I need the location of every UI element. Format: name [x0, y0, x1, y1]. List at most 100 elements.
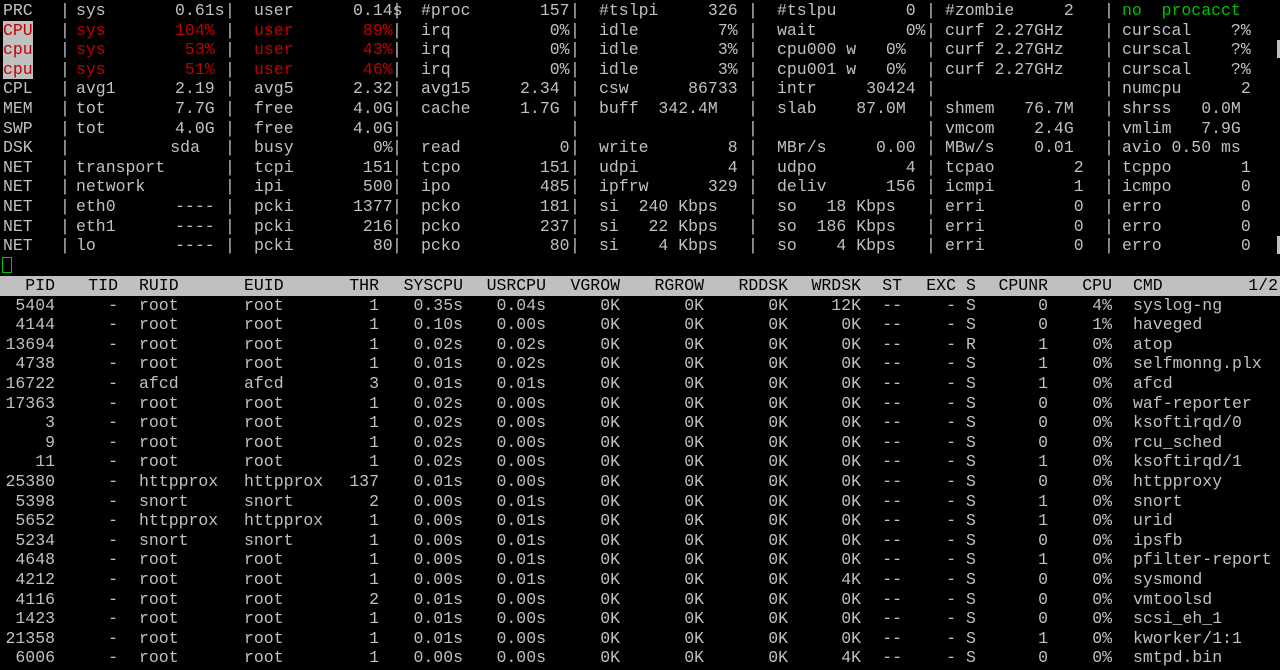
summary-label: cpu — [3, 40, 33, 60]
cell-cpu: 0% — [1092, 432, 1112, 452]
cell-cmd: haveged — [1133, 315, 1203, 335]
page-indicator: 1/2 — [1248, 276, 1278, 295]
summary-field-b: ipi 500 — [254, 177, 393, 197]
summary-field-tslpi: #tslpi 326 — [599, 1, 738, 20]
table-row[interactable]: 13694- root root 1 0.02s 0.02s 0K 0K 0K 0K -- - R 1 0%… — [0, 335, 1280, 355]
cell-tid: - — [108, 452, 118, 472]
column-separator: | — [1104, 118, 1114, 138]
summary-field-vmcom: vmcom 2.4G — [945, 118, 1074, 138]
table-row[interactable]: 21358- root root 1 0.01s 0.00s 0K 0K 0K 0K -- - S 1 0%… — [0, 629, 1280, 649]
column-separator: | — [225, 138, 235, 158]
summary-field-f: erri 0 — [945, 216, 1084, 236]
summary-field-e: deliv 156 — [777, 177, 916, 197]
cell-tid: - — [108, 530, 118, 550]
column-separator: | — [392, 118, 402, 138]
column-separator: | — [748, 40, 758, 60]
column-separator: | — [1104, 1, 1114, 20]
cell-tid: - — [108, 589, 118, 609]
column-header-ruid[interactable]: RUID — [139, 276, 179, 296]
table-row[interactable]: 4212- root root 1 0.00s 0.01s 0K 0K 0K 4K -- - S 0 0% s… — [0, 570, 1280, 590]
cell-cpu: 0% — [1092, 374, 1112, 393]
column-separator: | — [60, 99, 70, 118]
column-separator: | — [1104, 216, 1114, 236]
summary-field-user: user 89% — [254, 20, 393, 40]
cell-cmd: waf-reporter — [1133, 393, 1252, 413]
cell-ruid: root — [139, 315, 179, 335]
summary-field-g: erro 0 — [1122, 197, 1251, 216]
column-separator: | — [225, 236, 235, 256]
table-row[interactable]: 11- root root 1 0.02s 0.00s 0K 0K 0K 0K -- - S 1 0% kso… — [0, 452, 1280, 472]
cell-cpu: 4% — [1092, 295, 1112, 315]
summary-field-avg1: avg1 2.19 — [76, 79, 215, 99]
column-separator: | — [1104, 236, 1114, 256]
cell-cmd: httpproxy — [1133, 472, 1223, 491]
cell-cmd: afcd — [1133, 374, 1173, 393]
table-row[interactable]: 5652- httpprox httpprox 1 0.00s 0.01s 0K 0K 0K 0K… — [0, 511, 1280, 531]
column-separator: | — [570, 40, 580, 60]
summary-field-curf: curf 2.27GHz — [945, 40, 1064, 60]
table-row[interactable]: 3- root root 1 0.02s 0.00s 0K 0K 0K 0K -- - S 0 0% ksof… — [0, 413, 1280, 433]
table-row[interactable]: 25380- httpprox httpprox 137 0.01s 0.00s 0K 0K 0… — [0, 472, 1280, 492]
summary-label: NET — [3, 236, 33, 256]
net-transport-line: NET | | | | | | | transport tcpi 151 tcpo 151 udpi … — [0, 158, 1280, 178]
column-separator: | — [60, 138, 70, 158]
summary-field-irq: irq 0% — [421, 40, 570, 60]
column-separator: | — [748, 138, 758, 158]
table-row[interactable]: 4116- root root 2 0.01s 0.00s 0K 0K 0K 0K -- - S 0 0% v… — [0, 590, 1280, 610]
summary-field-mbr: MBr/s 0.00 — [777, 138, 916, 158]
cpu0-line: cpu | | | | | | | sys 53% user 43% irq 0% idle 3% cp… — [0, 40, 1280, 60]
cell-ruid: root — [139, 334, 179, 354]
column-separator: | — [1104, 59, 1114, 79]
column-separator: | — [926, 59, 936, 79]
table-row[interactable]: 5398- snort snort 2 0.00s 0.01s 0K 0K 0K 0K -- - S 1 0… — [0, 492, 1280, 512]
cell-ruid: root — [139, 570, 179, 589]
column-separator: | — [748, 177, 758, 197]
table-row[interactable]: 5404- root root 1 0.35s 0.04s 0K 0K 0K 12K -- - S 0 4%… — [0, 296, 1280, 316]
cell-cpu: 0% — [1092, 589, 1112, 609]
summary-field-d: ipfrw 329 — [599, 177, 738, 197]
table-row[interactable]: 17363- root root 1 0.02s 0.00s 0K 0K 0K 0K -- - S 0 0%… — [0, 394, 1280, 414]
column-header-cpu[interactable]: CPU — [952, 276, 1112, 296]
column-separator: | — [60, 216, 70, 236]
cell-cpu: 0% — [1092, 550, 1112, 570]
cell-ruid: httpprox — [139, 511, 219, 531]
table-row[interactable]: 4738- root root 1 0.01s 0.02s 0K 0K 0K 0K -- - S 1 0% s… — [0, 354, 1280, 374]
table-row[interactable]: 4144- root root 1 0.10s 0.00s 0K 0K 0K 0K -- - S 0 1% h… — [0, 315, 1280, 335]
summary-field-idle: idle 3% — [599, 40, 738, 60]
cell-ruid: snort — [139, 530, 189, 550]
cell-tid: - — [108, 511, 118, 531]
mem-line: MEM | | | | | | | tot 7.7G free 4.0G cache 1.7G buf… — [0, 99, 1280, 119]
column-separator: | — [570, 59, 580, 79]
cell-ruid: root — [139, 628, 179, 648]
column-separator: | — [225, 197, 235, 216]
summary-label: NET — [3, 177, 33, 197]
summary-field-curscal: curscal ?% — [1122, 59, 1251, 79]
summary-field-d: si 4 Kbps — [599, 236, 718, 256]
table-row[interactable]: 1423- root root 1 0.01s 0.00s 0K 0K 0K 0K -- - S 0 0% s… — [0, 609, 1280, 629]
cell-cmd: kworker/1:1 — [1133, 628, 1242, 648]
column-separator: | — [225, 118, 235, 138]
cell-ruid: root — [139, 354, 179, 374]
summary-label: CPU — [3, 20, 33, 41]
table-row[interactable]: 5234- snort snort 1 0.00s 0.01s 0K 0K 0K 0K -- - S 0 0… — [0, 531, 1280, 551]
summary-field-read: read 0 — [421, 138, 570, 158]
table-row[interactable]: 4648- root root 1 0.00s 0.01s 0K 0K 0K 0K -- - S 1 0% p… — [0, 550, 1280, 570]
cell-ruid: root — [139, 609, 179, 629]
column-separator: | — [570, 20, 580, 40]
summary-field-a: lo ---- — [76, 236, 215, 256]
table-row[interactable]: 6006- root root 1 0.00s 0.00s 0K 0K 0K 4K -- - S 0 0% s… — [0, 648, 1280, 668]
summary-field-tot: tot 7.7G — [76, 99, 215, 118]
column-separator: | — [926, 177, 936, 197]
column-separator: | — [570, 197, 580, 216]
column-header-tid[interactable]: TID — [0, 276, 118, 296]
summary-field-buff: buff 342.4M — [599, 99, 718, 118]
table-row[interactable]: 16722- afcd afcd 3 0.01s 0.01s 0K 0K 0K 0K -- - S 1 0%… — [0, 374, 1280, 394]
cell-cpu: 0% — [1092, 530, 1112, 550]
summary-field-zombie: #zombie 2 — [945, 1, 1074, 20]
cell-cmd: syslog-ng — [1133, 295, 1223, 315]
terminal-cursor[interactable] — [2, 257, 12, 273]
summary-label: SWP — [3, 118, 33, 138]
table-row[interactable]: 9- root root 1 0.02s 0.00s 0K 0K 0K 0K -- - S 0 0% rcu_… — [0, 433, 1280, 453]
column-separator: | — [60, 177, 70, 197]
summary-field-a: network — [76, 177, 146, 197]
